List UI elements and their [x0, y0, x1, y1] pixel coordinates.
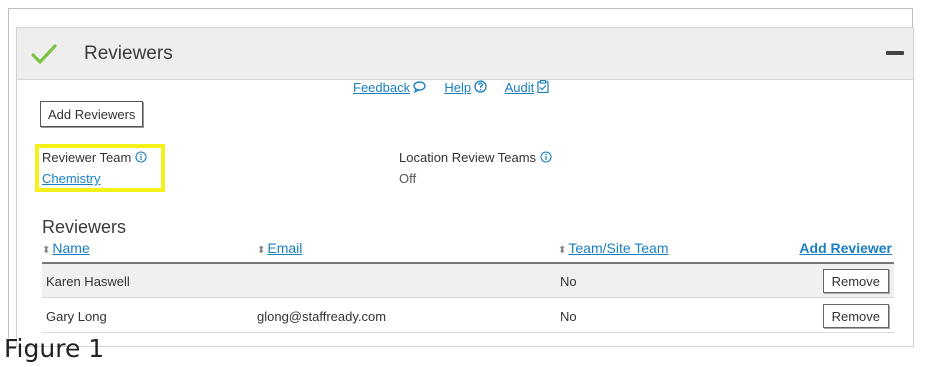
column-header-name-text: Name — [52, 240, 90, 256]
cell-name: Karen Haswell — [46, 274, 130, 289]
info-icon[interactable] — [135, 151, 147, 163]
location-review-teams-label: Location Review Teams — [399, 150, 552, 165]
column-header-team-site[interactable]: ⬍ Team/Site Team — [558, 240, 669, 256]
sort-icon: ⬍ — [257, 245, 266, 256]
speech-bubble-icon — [413, 81, 426, 94]
location-review-teams-label-text: Location Review Teams — [399, 150, 537, 165]
help-link[interactable]: Help — [444, 80, 471, 95]
panel-header[interactable]: Reviewers — [17, 28, 913, 80]
collapse-icon[interactable] — [886, 51, 904, 55]
reviewers-panel: Reviewers Feedback Help Audit Add Review… — [16, 27, 914, 347]
column-header-name[interactable]: ⬍ Name — [42, 240, 90, 256]
info-icon[interactable] — [540, 151, 552, 163]
sort-icon: ⬍ — [558, 245, 567, 256]
clipboard-check-icon — [537, 79, 549, 94]
reviewer-team-link[interactable]: Chemistry — [42, 171, 101, 186]
audit-link[interactable]: Audit — [505, 80, 535, 95]
reviewer-team-label: Reviewer Team — [42, 150, 147, 165]
help-links: Feedback Help Audit — [353, 79, 549, 95]
column-header-email[interactable]: ⬍ Email — [257, 240, 302, 256]
question-circle-icon — [474, 80, 487, 93]
sort-icon: ⬍ — [42, 245, 51, 256]
cell-team-site: No — [560, 274, 577, 289]
panel-title: Reviewers — [84, 43, 173, 64]
table-row: Gary Long glong@staffready.com No Remove — [42, 299, 894, 333]
remove-button[interactable]: Remove — [822, 269, 889, 293]
figure-caption: Figure 1 — [4, 334, 105, 363]
reviewer-team-label-text: Reviewer Team — [42, 150, 132, 165]
cell-name: Gary Long — [46, 309, 107, 324]
cell-team-site: No — [560, 309, 577, 324]
remove-button[interactable]: Remove — [822, 304, 889, 328]
add-reviewer-link[interactable]: Add Reviewer — [799, 240, 892, 256]
checkmark-icon — [31, 44, 57, 64]
column-header-team-site-text: Team/Site Team — [568, 240, 669, 256]
column-header-email-text: Email — [267, 240, 303, 256]
table-header: ⬍ Name ⬍ Email ⬍ Team/Site Team Add Reviewe… — [42, 240, 894, 264]
table-row: Karen Haswell No Remove — [42, 264, 894, 298]
add-reviewers-button[interactable]: Add Reviewers — [40, 101, 144, 127]
reviewers-section-title: Reviewers — [42, 217, 127, 237]
feedback-link[interactable]: Feedback — [353, 80, 410, 95]
location-review-teams-value: Off — [399, 171, 417, 186]
cell-email: glong@staffready.com — [257, 309, 387, 324]
